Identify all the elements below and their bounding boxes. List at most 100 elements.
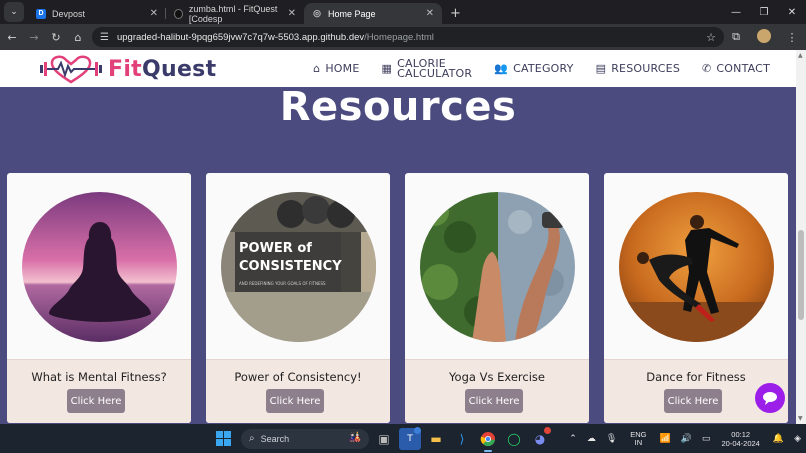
tab-title: zumba.html - FitQuest [Codesp [188, 3, 278, 24]
resource-card-consistency: POWER of CONSISTENCY AND REDEFINING YOUR… [206, 173, 390, 423]
site-logo[interactable]: FitQuest [40, 54, 216, 84]
close-icon[interactable]: ✕ [426, 8, 434, 19]
card-footer: Power of Consistency! Click Here [206, 359, 390, 423]
file-explorer-icon[interactable]: ▬ [425, 428, 447, 450]
url-host: upgraded-halibut-9pqg659jvw7c7q7w-5503.a… [116, 31, 365, 43]
phone-icon: ✆ [702, 62, 712, 75]
language-indicator[interactable]: ENG IN [630, 430, 646, 447]
forward-icon[interactable]: → [24, 31, 44, 44]
tab-home-page[interactable]: ◎ Home Page ✕ [304, 3, 442, 24]
chrome-icon[interactable] [477, 428, 499, 452]
vscode-icon[interactable]: ⟩ [451, 428, 473, 450]
system-clock[interactable]: 00:12 20-04-2024 [721, 430, 759, 448]
task-view-icon[interactable]: ▣ [373, 428, 395, 450]
home-icon[interactable]: ⌂ [68, 31, 88, 44]
search-icon: ⌕ [249, 433, 255, 444]
click-here-button[interactable]: Click Here [266, 389, 324, 413]
nav-label: CATEGORY [513, 62, 574, 75]
chrome-logo [480, 431, 495, 446]
page-title: Resources [279, 84, 517, 130]
nav-contact[interactable]: ✆ CONTACT [702, 62, 770, 75]
page-scrollbar[interactable]: ▲ ▼ [796, 50, 806, 424]
restore-icon[interactable]: ❐ [750, 0, 778, 24]
notification-badge [544, 426, 551, 434]
resource-card-yoga-exercise: Yoga Vs Exercise Click Here [405, 173, 589, 423]
bookmark-star-icon[interactable]: ☆ [706, 31, 716, 44]
nav-label: HOME [325, 62, 360, 75]
microphone-icon[interactable]: 🎙 [606, 433, 617, 444]
battery-icon[interactable]: ▭ [702, 433, 711, 444]
scroll-down-icon[interactable]: ▼ [798, 415, 803, 422]
image-text-line1: POWER of [239, 241, 312, 256]
clock-date: 20-04-2024 [721, 438, 760, 448]
github-icon [174, 8, 183, 19]
site-info-icon[interactable]: ☰ [100, 32, 109, 43]
tab-title: Devpost [52, 8, 86, 19]
chat-icon [763, 392, 777, 405]
card-title: Yoga Vs Exercise [449, 370, 545, 384]
tab-title: Home Page [328, 8, 376, 19]
book-icon: ▤ [595, 62, 607, 75]
globe-icon: ◎ [313, 8, 321, 18]
windows-start-icon[interactable] [216, 431, 231, 446]
nav-home[interactable]: ⌂ HOME [313, 62, 359, 75]
teams-icon[interactable]: T [399, 426, 421, 450]
main-nav: ⌂ HOME ▦ CALORIE CALCULATOR 👥 CATEGORY ▤ … [291, 50, 770, 87]
volume-icon[interactable]: 🔊 [681, 433, 692, 444]
new-tab-button[interactable]: + [450, 6, 461, 21]
tab-devpost[interactable]: D Devpost ✕ [28, 3, 166, 24]
cloud-icon[interactable]: ☁ [587, 433, 596, 444]
notification-bell-icon[interactable]: 🔔 [773, 433, 784, 444]
copilot-icon[interactable]: ◈ [794, 433, 801, 444]
logo-quest: Quest [142, 56, 217, 82]
clock-time: 00:12 [731, 429, 751, 439]
url-path: /Homepage.html [364, 31, 434, 43]
click-here-button[interactable]: Click Here [465, 389, 523, 413]
extensions-icon[interactable]: ⧉ [722, 30, 750, 44]
nav-label: CALORIE CALCULATOR [397, 58, 473, 80]
wifi-icon[interactable]: 📶 [660, 433, 671, 444]
tab-search-button[interactable]: ⌄ [4, 2, 24, 22]
chat-widget-button[interactable] [755, 383, 785, 413]
discord-icon[interactable]: ◕ [529, 426, 551, 450]
close-icon[interactable]: ✕ [150, 8, 158, 19]
browser-tab-bar: ⌄ D Devpost ✕ zumba.html - FitQuest [Cod… [0, 0, 806, 24]
devpost-icon: D [36, 8, 46, 19]
click-here-button[interactable]: Click Here [67, 389, 125, 413]
tab-codespace[interactable]: zumba.html - FitQuest [Codesp ✕ [166, 3, 304, 24]
search-highlight-icon: 🎎 [348, 431, 361, 443]
heart-pulse-logo-icon [40, 55, 102, 84]
close-icon[interactable]: ✕ [288, 8, 296, 19]
close-window-icon[interactable]: ✕ [778, 0, 806, 24]
chevron-up-icon[interactable]: ⌃ [569, 433, 577, 444]
site-header: FitQuest ⌂ HOME ▦ CALORIE CALCULATOR 👥 CA… [0, 50, 796, 87]
home-icon: ⌂ [313, 62, 321, 75]
more-menu-icon[interactable]: ⋮ [778, 31, 806, 44]
nav-label-line2: CALCULATOR [397, 66, 473, 80]
region-code: IN [634, 437, 643, 447]
chevron-down-icon: ⌄ [10, 7, 18, 17]
taskbar-search-box[interactable]: ⌕ Search 🎎 [241, 428, 369, 449]
nav-calorie-calculator[interactable]: ▦ CALORIE CALCULATOR [382, 58, 473, 80]
address-bar[interactable]: ☰ upgraded-halibut-9pqg659jvw7c7q7w-5503… [92, 27, 724, 47]
taskbar-apps: ⌕ Search 🎎 ▣ T ▬ ⟩ ◯ ◕ [216, 424, 551, 453]
notification-badge [414, 426, 421, 434]
back-icon[interactable]: ← [2, 31, 22, 44]
scrollbar-thumb[interactable] [798, 230, 804, 320]
profile-avatar[interactable] [750, 28, 778, 46]
click-here-button[interactable]: Click Here [664, 389, 722, 413]
image-text-small: AND REDEFINING YOUR GOALS OF FITNESS [239, 281, 326, 286]
url-text: upgraded-halibut-9pqg659jvw7c7q7w-5503.a… [117, 32, 434, 43]
nav-resources[interactable]: ▤ RESOURCES [596, 62, 680, 75]
nav-category[interactable]: 👥 CATEGORY [494, 62, 573, 75]
reload-icon[interactable]: ↻ [46, 31, 66, 44]
whatsapp-icon[interactable]: ◯ [503, 428, 525, 450]
nav-label: CONTACT [716, 62, 770, 75]
meditation-image [22, 192, 177, 342]
scroll-up-icon[interactable]: ▲ [798, 52, 803, 59]
page-viewport: FitQuest ⌂ HOME ▦ CALORIE CALCULATOR 👥 CA… [0, 50, 796, 424]
card-title: What is Mental Fitness? [31, 370, 167, 384]
dance-couple-image [619, 192, 774, 342]
logo-fit: Fit [108, 56, 142, 82]
minimize-icon[interactable]: — [722, 0, 750, 24]
